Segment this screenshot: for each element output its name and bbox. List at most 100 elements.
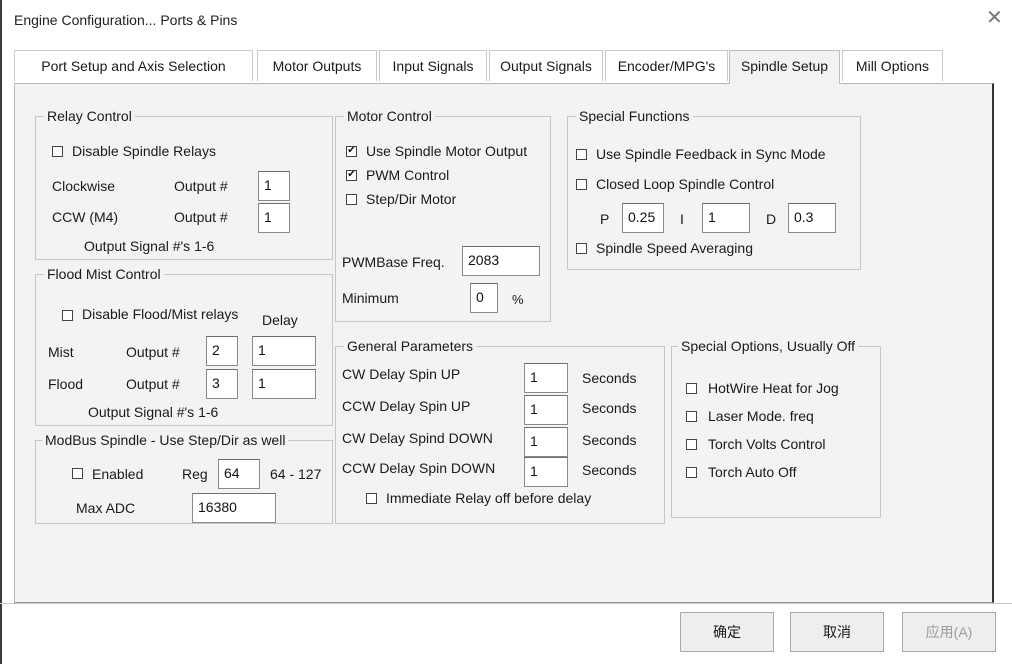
minimum-label: Minimum [342,290,399,306]
output-label: Output # [174,209,228,225]
checkbox-label: PWM Control [366,167,450,183]
reg-range-label: 64 - 127 [270,466,322,482]
flood-output-input[interactable]: 3 [206,369,238,399]
tab-label: Output Signals [500,58,592,74]
mist-output-input[interactable]: 2 [206,336,238,366]
checkbox-label: HotWire Heat for Jog [708,380,839,396]
cw-output-input[interactable]: 1 [258,171,290,201]
d-input[interactable]: 0.3 [788,203,836,233]
group-title: General Parameters [344,337,477,355]
checkbox-label: Laser Mode. freq [708,408,814,424]
tab-label: Port Setup and Axis Selection [41,58,226,74]
cw-down-input[interactable]: 1 [524,427,568,457]
checkbox-label: Use Spindle Motor Output [366,143,528,159]
spindle-feedback-checkbox[interactable] [576,149,587,160]
seconds-label: Seconds [582,462,637,478]
minimum-input[interactable]: 0 [470,283,498,313]
tab-motor-outputs[interactable]: Motor Outputs [257,50,377,81]
output-label: Output # [126,344,180,360]
ok-button[interactable]: 确定 [680,612,774,652]
ccw-up-input[interactable]: 1 [524,395,568,425]
checkbox-label: Torch Auto Off [708,464,797,480]
tab-output-signals[interactable]: Output Signals [489,50,603,81]
use-spindle-motor-checkbox[interactable] [346,146,357,157]
tab-label: Input Signals [392,58,474,74]
i-input[interactable]: 1 [702,203,750,233]
mist-delay-input[interactable]: 1 [252,336,316,366]
flood-mist-group: Flood Mist Control Disable Flood/Mist re… [35,265,333,426]
checkbox-label: Enabled [92,466,144,482]
cw-up-input[interactable]: 1 [524,363,568,393]
spindle-setup-panel: Relay Control Disable Spindle Relays Clo… [14,83,994,603]
step-dir-motor-checkbox[interactable] [346,194,357,205]
apply-button[interactable]: 应用(A) [902,612,996,652]
pwm-control-checkbox[interactable] [346,170,357,181]
group-title: ModBus Spindle - Use Step/Dir as well [42,431,289,449]
tab-port-setup[interactable]: Port Setup and Axis Selection [14,50,253,81]
cw-down-label: CW Delay Spind DOWN [342,430,493,446]
seconds-label: Seconds [582,400,637,416]
modbus-spindle-group: ModBus Spindle - Use Step/Dir as well En… [35,431,333,524]
ccw-down-input[interactable]: 1 [524,457,568,487]
reg-label: Reg [182,466,208,482]
window-title: Engine Configuration... Ports & Pins [14,12,238,28]
pwmbase-label: PWMBase Freq. [342,254,445,270]
torch-volts-checkbox[interactable] [686,439,697,450]
ccw-down-label: CCW Delay Spin DOWN [342,460,496,476]
tab-spindle-setup[interactable]: Spindle Setup [729,50,840,84]
disable-spindle-relays-checkbox[interactable] [52,146,63,157]
tab-encoder-mpg[interactable]: Encoder/MPG's [605,50,728,81]
general-parameters-group: General Parameters CW Delay Spin UP 1 Se… [335,337,665,524]
cw-up-label: CW Delay Spin UP [342,366,461,382]
motor-control-group: Motor Control Use Spindle Motor Output P… [335,107,551,322]
checkbox-label: Disable Spindle Relays [72,143,216,159]
flood-delay-input[interactable]: 1 [252,369,316,399]
cancel-button[interactable]: 取消 [790,612,884,652]
max-adc-label: Max ADC [76,500,136,516]
output-signal-note: Output Signal #'s 1-6 [84,238,215,254]
special-functions-group: Special Functions Use Spindle Feedback i… [567,107,861,270]
checkbox-label: Closed Loop Spindle Control [596,176,775,192]
ccw-up-label: CCW Delay Spin UP [342,398,471,414]
laser-mode-checkbox[interactable] [686,411,697,422]
seconds-label: Seconds [582,370,637,386]
delay-label: Delay [262,312,298,328]
percent-label: % [512,292,524,307]
checkbox-label: Immediate Relay off before delay [386,490,592,506]
tab-label: Motor Outputs [272,58,362,74]
clockwise-label: Clockwise [52,178,116,194]
window-edge [0,0,2,664]
seconds-label: Seconds [582,432,637,448]
group-title: Relay Control [44,107,135,125]
pwmbase-input[interactable]: 2083 [462,246,540,276]
output-label: Output # [174,178,228,194]
speed-averaging-checkbox[interactable] [576,243,587,254]
checkbox-label: Disable Flood/Mist relays [82,306,239,322]
d-label: D [766,211,777,227]
output-signal-note: Output Signal #'s 1-6 [88,404,219,420]
max-adc-input[interactable]: 16380 [192,493,276,523]
close-icon[interactable]: ✕ [986,8,1003,28]
group-title: Special Functions [576,107,693,125]
torch-auto-off-checkbox[interactable] [686,467,697,478]
mist-label: Mist [48,344,74,360]
ccw-label: CCW (M4) [52,209,119,225]
relay-control-group: Relay Control Disable Spindle Relays Clo… [35,107,333,260]
ccw-output-input[interactable]: 1 [258,203,290,233]
group-title: Motor Control [344,107,435,125]
flood-label: Flood [48,376,84,392]
disable-flood-mist-checkbox[interactable] [62,310,73,321]
modbus-enabled-checkbox[interactable] [72,468,83,479]
closed-loop-checkbox[interactable] [576,179,587,190]
checkbox-label: Use Spindle Feedback in Sync Mode [596,146,826,162]
p-input[interactable]: 0.25 [622,203,664,233]
reg-input[interactable]: 64 [218,459,260,489]
tab-mill-options[interactable]: Mill Options [842,50,943,81]
special-options-group: Special Options, Usually Off HotWire Hea… [671,337,881,518]
tab-input-signals[interactable]: Input Signals [379,50,487,81]
group-title: Special Options, Usually Off [678,337,859,355]
immediate-relay-checkbox[interactable] [366,493,377,504]
checkbox-label: Step/Dir Motor [366,191,457,207]
hotwire-checkbox[interactable] [686,383,697,394]
tab-label: Encoder/MPG's [617,58,716,74]
